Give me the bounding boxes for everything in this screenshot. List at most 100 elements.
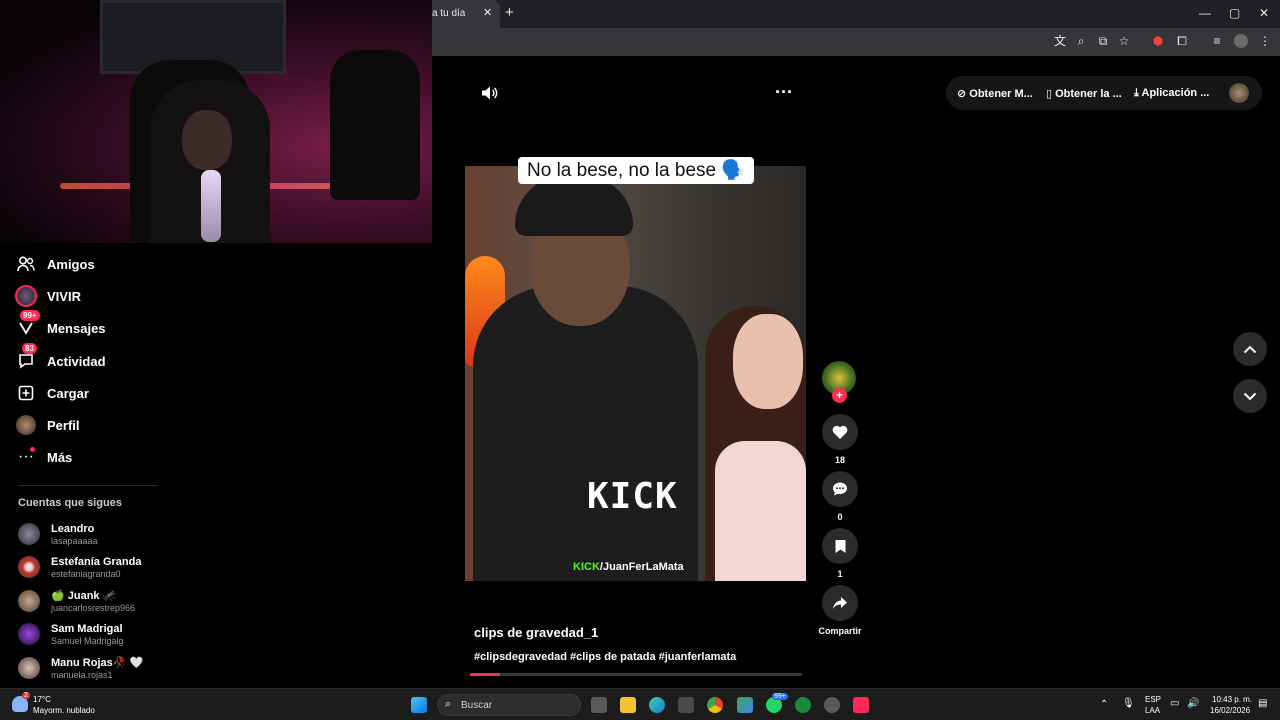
heart-icon [832,425,848,439]
following-name: 🍏 Juank 🦟 [51,590,117,602]
app-icon[interactable] [824,697,840,713]
start-icon[interactable] [411,697,427,713]
sidebar-item-messages[interactable]: 99+ Mensajes [14,310,164,342]
menu-icon[interactable]: ⋮ [1258,34,1272,48]
messages-icon: 99+ [14,310,40,340]
edge-icon[interactable] [649,697,665,713]
network-icon[interactable]: ▭ [1170,698,1179,709]
browser-tab[interactable]: a tu día ✕ [424,0,500,28]
following-item[interactable]: Leandro lasapaaaaa [18,519,178,549]
language-top[interactable]: ESP [1145,695,1161,704]
upload-icon [14,381,38,405]
sidebar-item-more[interactable]: ··· Más [14,443,164,471]
messages-badge: 99+ [20,310,40,321]
next-video-button[interactable] [1233,379,1267,413]
save-count: 1 [837,569,843,579]
avatar [18,590,40,612]
sidebar-item-label: Mensajes [47,320,106,336]
save-button[interactable] [822,528,858,564]
tab-close-icon[interactable]: ✕ [483,6,492,19]
language-bottom[interactable]: LAA [1145,706,1160,715]
desktop-app-button[interactable]: ⤓ Aplicación ... [1134,87,1209,100]
like-button[interactable] [822,414,858,450]
puzzle-icon[interactable]: ⧠ [1175,34,1189,48]
speaker-icon[interactable]: 🔊 [1187,698,1199,709]
profile-icon[interactable] [1234,34,1248,48]
following-username: manuela.rojas1 [51,670,113,680]
get-app-button[interactable]: ▯ Obtener la ... [1046,87,1122,100]
microphone-icon[interactable]: 🎙 [1122,698,1135,709]
follow-plus-button[interactable]: + [832,388,847,403]
upwork-icon[interactable] [795,697,811,713]
new-tab-icon[interactable]: + [505,4,514,21]
following-item[interactable]: Sam Madrigal Samuel Madrigalg [18,619,178,649]
whatsapp-badge: 99+ [772,693,788,700]
get-coins-button[interactable]: ⊘ Obtener M... [957,87,1033,100]
sidebar-item-label: Cargar [47,385,89,401]
drive-icon[interactable] [737,697,753,713]
weather-desc: Mayorm. nublado [33,706,95,715]
chrome-icon[interactable] [707,697,723,713]
search-placeholder: Buscar [461,700,493,711]
extension-red-icon[interactable]: ⬢ [1151,34,1165,48]
sidebar-item-upload[interactable]: Cargar [14,379,164,407]
clock-date[interactable]: 16/02/2026 [1210,706,1250,715]
following-name: Sam Madrigal [51,622,123,635]
video-hashtags[interactable]: #clipsdegravedad #clips de patada #juanf… [474,651,736,663]
search-icon: ⌕ [445,698,452,710]
close-window-icon[interactable]: ✕ [1259,6,1269,20]
file-explorer-icon[interactable] [620,697,636,713]
more-options-icon[interactable]: ··· [775,82,793,103]
user-avatar[interactable] [1229,83,1249,103]
desktop-app-label: Aplicación ... [1141,87,1210,99]
notification-icon[interactable]: ▤ [1258,698,1267,709]
sidebar-item-friends[interactable]: Amigos [14,250,164,278]
star-icon[interactable]: ☆ [1117,34,1131,48]
webcam-gaming-chair [330,50,420,200]
kick-channel: /JuanFerLaMata [599,561,684,573]
video-progress-bar[interactable] [470,673,802,676]
sidebar-item-live[interactable]: VIVIR [14,282,164,310]
get-app-label: Obtener la ... [1055,88,1122,100]
chevron-down-icon [1243,392,1257,400]
following-username: juancarlosrestrep966 [51,603,136,613]
get-coins-label: Obtener M... [969,88,1033,100]
sidebar-item-label: Más [47,449,73,465]
video-woman-top [715,441,806,581]
more-icon: ··· [18,447,35,465]
minimize-icon[interactable]: — [1199,6,1211,20]
video-player[interactable]: KICK KICK/JuanFerLaMata [465,166,806,581]
clock-time[interactable]: 10:43 p. m. [1212,695,1252,704]
share-button[interactable] [822,585,858,621]
comment-button[interactable] [822,471,858,507]
video-title[interactable]: clips de gravedad_1 [474,625,598,640]
share-icon [833,597,847,609]
translate-icon[interactable]: 文 [1053,34,1067,48]
sidebar-item-activity[interactable]: 83 Actividad [14,343,164,375]
tray-chevron-icon[interactable]: ⌃ [1100,699,1108,710]
task-view-icon[interactable] [591,697,607,713]
volume-icon[interactable] [480,84,498,107]
following-section-title: Cuentas que sigues [18,497,122,509]
activity-badge: 83 [22,343,37,354]
video-caption: No la bese, no la bese 🗣️ [518,157,755,184]
sidebar-item-label: VIVIR [47,288,81,304]
weather-badge: 2 [22,692,30,699]
avatar [18,556,40,578]
kick-channel-tag: KICK/JuanFerLaMata [573,561,684,573]
following-item[interactable]: 🍏 Juank 🦟 juancarlosrestrep966 [18,586,178,616]
sidebar-item-profile[interactable]: Perfil [14,411,164,439]
following-item[interactable]: Manu Rojas🥀 🤍 manuela.rojas1 [18,653,178,683]
following-username: lasapaaaaa [51,535,98,546]
avatar [18,623,40,645]
maximize-icon[interactable]: ▢ [1229,6,1240,20]
tiktok-icon[interactable] [853,697,869,713]
following-item[interactable]: Estefanía Granda estefaniagranda0 [18,552,178,582]
cast-icon[interactable]: ⧉ [1096,34,1110,48]
zoom-icon[interactable]: ⌕ [1074,34,1088,48]
taskbar-search[interactable]: ⌕ Buscar [437,694,581,716]
video-man-body [473,286,698,581]
previous-video-button[interactable] [1233,332,1267,366]
store-icon[interactable] [678,697,694,713]
media-icon[interactable]: ≡ [1210,34,1224,48]
